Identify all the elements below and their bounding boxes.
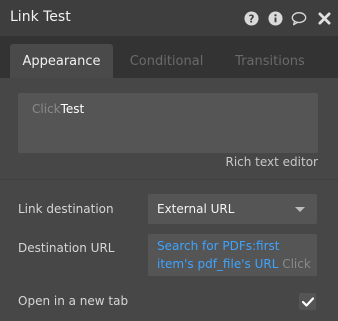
property-editor: Link Test ? Appearance Conditional Trans…	[0, 0, 338, 321]
tab-transitions[interactable]: Transitions	[220, 44, 320, 78]
editor-placeholder: Click	[32, 102, 61, 116]
comment-icon[interactable]	[291, 10, 307, 26]
destination-url-label: Destination URL	[18, 241, 115, 255]
element-title: Link Test	[10, 9, 71, 25]
text-editor[interactable]: ClickTest	[18, 93, 318, 153]
rich-text-editor-link[interactable]: Rich text editor	[225, 155, 318, 169]
link-destination-value: External URL	[157, 202, 235, 216]
link-destination-dropdown[interactable]: External URL	[148, 194, 317, 224]
tab-appearance[interactable]: Appearance	[10, 44, 113, 78]
checkmark-icon	[301, 296, 314, 307]
editor-value: Test	[60, 102, 85, 116]
tab-bar: Appearance Conditional Transitions	[0, 36, 338, 78]
open-new-tab-label: Open in a new tab	[18, 294, 129, 308]
editor-content: ClickTest	[32, 102, 84, 116]
svg-text:?: ?	[248, 13, 254, 25]
tab-conditional[interactable]: Conditional	[113, 44, 220, 78]
dynamic-expression-line1[interactable]: Search for PDFs:first	[157, 239, 279, 253]
help-icon[interactable]: ?	[243, 10, 259, 26]
section-divider	[0, 179, 338, 180]
destination-url-field[interactable]: Search for PDFs:first item's pdf_file's …	[148, 234, 317, 276]
header: Link Test ?	[0, 0, 338, 36]
chevron-down-icon	[295, 207, 305, 212]
close-icon[interactable]	[316, 10, 332, 26]
destination-url-placeholder: Click	[282, 257, 311, 271]
open-new-tab-checkbox[interactable]	[299, 293, 316, 310]
appearance-panel: ClickTest Rich text editor Link destinat…	[0, 78, 338, 321]
dynamic-expression-line2[interactable]: item's pdf_file's URL	[157, 257, 278, 271]
info-icon[interactable]	[267, 10, 283, 26]
link-destination-label: Link destination	[18, 202, 114, 216]
dynamic-expression: Search for PDFs:first item's pdf_file's …	[157, 237, 315, 273]
